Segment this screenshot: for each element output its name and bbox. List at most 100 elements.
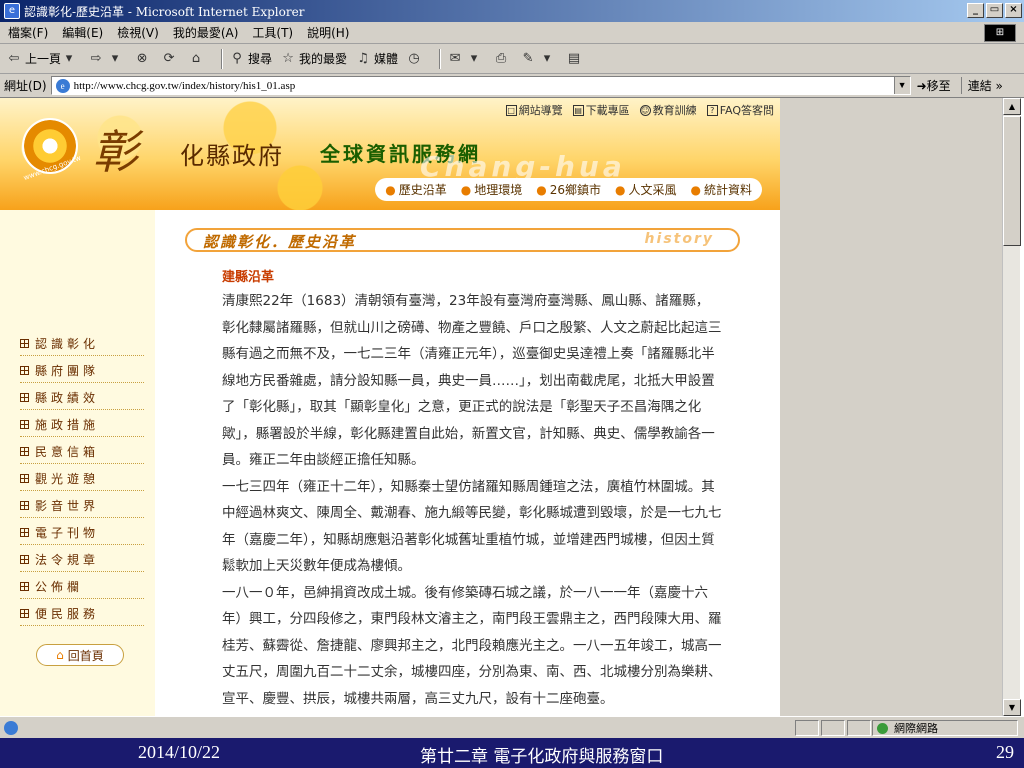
bullet-icon: ● [690,183,701,197]
refresh-icon: ⟳ [163,50,175,66]
bullet-icon: ● [385,183,396,197]
window-controls: _ ▭ × [967,3,1022,18]
article-header: 認識彰化．歷史沿革 history [185,228,740,252]
footer-chapter: 第廿二章 電子化政府與服務窗口 [420,747,664,767]
chevron-down-icon[interactable]: ▼ [893,77,910,94]
sidebar-item-label: 施政措施 [35,418,100,432]
printer-icon: ⎙ [495,50,507,66]
sidebar-item-about[interactable]: 認識彰化 [20,332,144,356]
sidebar-item-label: 縣府團隊 [35,364,100,378]
search-button[interactable]: ⚲ 搜尋 [229,50,272,67]
links-button[interactable]: 連結 » [960,77,1003,94]
print-button[interactable]: ⎙ [493,51,512,67]
top-link-training[interactable]: ☺ 教育訓練 [639,102,697,118]
address-input[interactable]: e http://www.chcg.gov.tw/index/history/h… [50,76,911,95]
address-url: http://www.chcg.gov.tw/index/history/his… [73,79,296,92]
bullet-icon: ● [460,183,472,197]
sidebar-item-performance[interactable]: 縣政績效 [20,386,144,410]
menu-view[interactable]: 檢視(V) [117,24,159,41]
site-nav: ● 歷史沿革 ● 地理環境 ● 26鄉鎮市 ● 人文采風 ● 統計資料 [375,178,762,201]
home-toolbar-button[interactable]: ⌂ [188,51,207,67]
article-heading-en: history [644,231,714,247]
go-button[interactable]: ➜ 移至 [917,77,951,94]
sidebar-item-bulletin[interactable]: 公佈欄 [20,575,144,599]
minimize-button[interactable]: _ [967,3,984,18]
nav-label: 人文采風 [628,183,677,197]
bullet-icon: ● [615,183,626,197]
scroll-down-arrow-icon[interactable]: ▼ [1003,699,1021,716]
toolbar-separator [221,48,224,69]
scroll-thumb[interactable] [1003,116,1021,246]
nav-statistics[interactable]: ● 統計資料 [691,181,753,198]
nav-geography[interactable]: ● 地理環境 [461,181,523,198]
vertical-scrollbar[interactable]: ▲ ▼ [1002,98,1021,716]
forward-button[interactable]: ⇨ ▾ [88,51,126,67]
edit-button[interactable]: ✎ ▾ [520,51,558,67]
back-button[interactable]: ⇦ 上一頁 ▾ [6,50,80,67]
window-title: 認識彰化-歷史沿革 - Microsoft Internet Explorer [24,4,305,19]
site-banner: www.chcg.gov.tw 彰 化縣政府 全球資訊服務網 Chang-hua… [0,98,780,210]
media-icon: ♫ [357,50,369,66]
mail-button[interactable]: ✉ ▾ [447,51,485,67]
sidebar-item-tourism[interactable]: 觀光遊憩 [20,467,144,491]
media-button[interactable]: ♫ 媒體 [355,50,398,67]
back-label: 上一頁 [25,52,62,66]
top-link-sitemap[interactable]: □ 網站導覽 [505,102,563,118]
top-link-faq[interactable]: ? FAQ答客問 [706,102,774,118]
favorites-button[interactable]: ☆ 我的最愛 [280,50,347,67]
home-page-button[interactable]: ⌂ 回首頁 [36,644,124,666]
close-button[interactable]: × [1005,3,1022,18]
star-icon: ☆ [282,50,294,66]
section-title: 建縣沿革 [222,270,275,285]
discuss-button[interactable]: ▤ [566,51,585,67]
history-icon: ◷ [408,50,420,66]
history-button[interactable]: ◷ [406,51,425,67]
plus-box-icon [20,501,29,510]
menu-tools[interactable]: 工具(T) [252,24,293,41]
menu-help[interactable]: 說明(H) [307,24,349,41]
menu-edit[interactable]: 編輯(E) [62,24,103,41]
smiley-icon: ☺ [639,104,651,116]
home-label: 回首頁 [67,648,104,663]
nav-culture[interactable]: ● 人文采風 [615,181,677,198]
search-label: 搜尋 [248,52,273,66]
status-pane [795,720,819,736]
top-link-download[interactable]: ▤ 下載專區 [572,102,630,118]
left-sidebar: 認識彰化 縣府團隊 縣政績效 施政措施 民意信箱 觀光遊憩 影音世界 電子刊物 … [0,210,155,716]
sidebar-item-team[interactable]: 縣府團隊 [20,359,144,383]
top-link-label: 下載專區 [585,104,630,117]
sidebar-item-media[interactable]: 影音世界 [20,494,144,518]
toolbar: ⇦ 上一頁 ▾ ⇨ ▾ ⊗ ⟳ ⌂ ⚲ 搜尋 ☆ 我的最愛 ♫ 媒體 ◷ ✉ ▾… [0,44,1024,74]
sidebar-item-label: 影音世界 [35,499,100,513]
restore-button[interactable]: ▭ [986,3,1003,18]
mail-icon: ✉ [449,50,461,66]
sidebar-item-policy[interactable]: 施政措施 [20,413,144,437]
county-name-char: 彰 [92,125,142,179]
toolbar-separator [439,48,442,69]
edit-icon: ✎ [522,50,534,66]
sidebar-item-mailbox[interactable]: 民意信箱 [20,440,144,464]
menu-file[interactable]: 檔案(F) [8,24,48,41]
sidebar-item-regulations[interactable]: 法令規章 [20,548,144,572]
refresh-button[interactable]: ⟳ [161,51,180,67]
window-title-bar[interactable]: e 認識彰化-歷史沿革 - Microsoft Internet Explore… [0,0,1024,22]
nav-label: 統計資料 [703,183,752,197]
page-icon: e [55,78,70,93]
menu-favorites[interactable]: 我的最愛(A) [173,24,239,41]
monitor-icon: □ [505,104,517,116]
article-paragraph: 一七三四年（雍正十二年），知縣秦士望仿諸羅知縣周鍾瑄之法，廣植竹林圍城。其中經過… [222,478,722,575]
nav-history[interactable]: ● 歷史沿革 [385,181,447,198]
county-name-rest: 化縣政府 [180,142,284,170]
stop-button[interactable]: ⊗ [134,51,153,67]
sidebar-item-services[interactable]: 便民服務 [20,602,144,626]
search-icon: ⚲ [232,50,242,66]
nav-townships[interactable]: ● 26鄉鎮市 [536,181,601,198]
chevron-down-icon: ▾ [543,50,551,66]
globe-icon [877,722,888,734]
scroll-up-arrow-icon[interactable]: ▲ [1003,98,1021,115]
go-label: 移至 [926,79,951,93]
sidebar-item-publications[interactable]: 電子刊物 [20,521,144,545]
address-bar: 網址(D) e http://www.chcg.gov.tw/index/his… [0,74,1024,98]
top-links: □ 網站導覽 ▤ 下載專區 ☺ 教育訓練 ? FAQ答客問 [505,102,774,118]
sidebar-item-label: 認識彰化 [35,337,100,351]
